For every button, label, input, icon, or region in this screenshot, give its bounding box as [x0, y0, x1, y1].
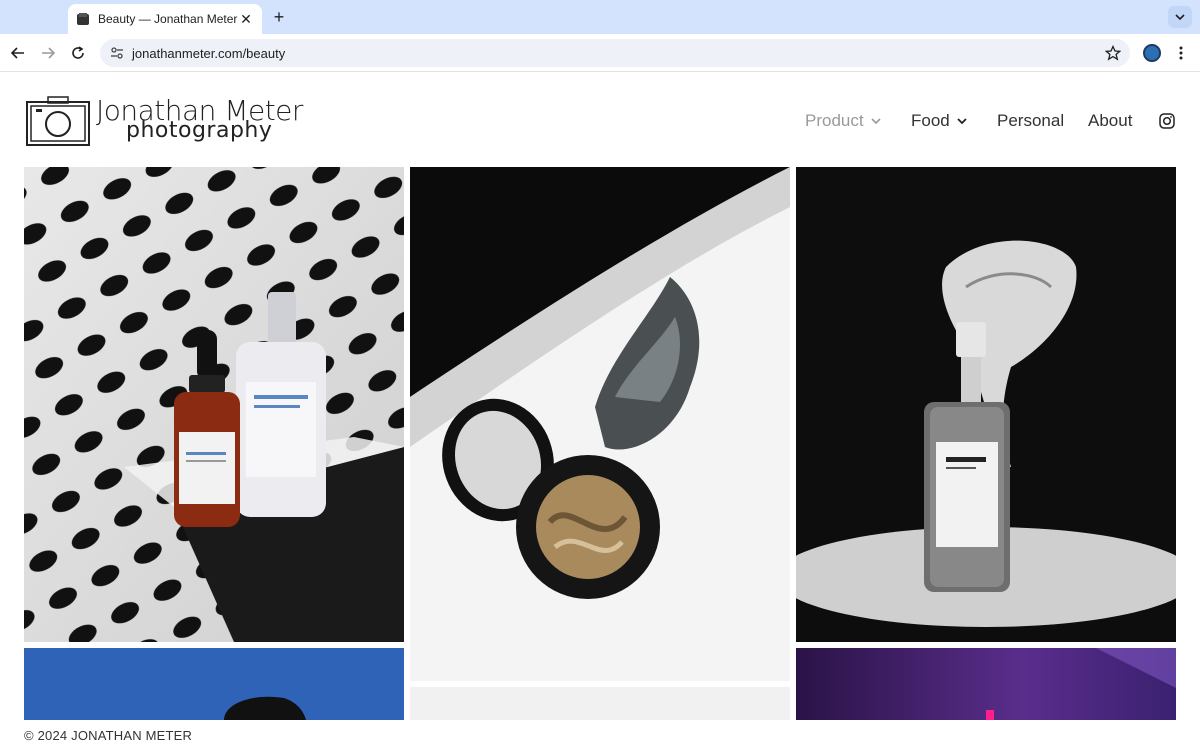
nav-about-label: About — [1088, 111, 1133, 130]
copyright-text: © 2024 JONATHAN METER — [24, 728, 193, 743]
eyeshadow-compact-photo[interactable] — [410, 167, 790, 681]
browser-toolbar: jonathanmeter.com/beauty — [0, 34, 1200, 72]
logo-subtitle: photography — [126, 118, 273, 143]
tab-search-button[interactable] — [1168, 6, 1192, 28]
reload-icon — [72, 46, 84, 59]
back-button[interactable] — [6, 41, 30, 65]
camera-logo-icon — [26, 96, 90, 146]
chevron-down-icon — [956, 115, 968, 127]
site-logo[interactable]: Jonathan Meter photography — [26, 94, 316, 148]
nav-item-about[interactable]: About — [1088, 110, 1132, 132]
reload-button[interactable] — [66, 41, 90, 65]
nav-product-label: Product — [805, 111, 864, 130]
nav-personal-label: Personal — [997, 111, 1065, 130]
arrow-right-icon — [42, 47, 56, 59]
chevron-down-icon — [870, 115, 882, 127]
instagram-icon — [1159, 113, 1175, 129]
serum-bottles-photo[interactable] — [24, 167, 404, 642]
url-text: jonathanmeter.com/beauty — [132, 45, 286, 61]
site-info-icon[interactable] — [110, 46, 124, 60]
bookmark-star-icon[interactable] — [1104, 44, 1122, 62]
browser-tab[interactable]: Beauty — Jonathan Meter Pho ✕ — [68, 4, 262, 34]
browser-menu-icon[interactable] — [1172, 44, 1190, 62]
forward-button[interactable] — [36, 41, 60, 65]
new-tab-button[interactable]: + — [268, 6, 290, 28]
nav-food-label: Food — [911, 111, 950, 130]
blue-backdrop-photo[interactable] — [24, 648, 404, 720]
browser-tab-bar: Beauty — Jonathan Meter Pho ✕ + — [0, 0, 1200, 34]
profile-avatar[interactable] — [1143, 44, 1161, 62]
purple-backdrop-photo[interactable] — [796, 648, 1176, 720]
grey-backdrop-photo[interactable] — [410, 687, 790, 720]
nav-item-product[interactable]: Product — [805, 110, 882, 132]
instagram-link[interactable] — [1159, 110, 1175, 132]
arrow-left-icon — [10, 47, 24, 59]
nav-item-food[interactable]: Food — [911, 110, 968, 132]
tab-title: Beauty — Jonathan Meter Pho — [98, 12, 238, 26]
nav-item-personal[interactable]: Personal — [997, 110, 1064, 132]
address-bar[interactable]: jonathanmeter.com/beauty — [100, 39, 1130, 67]
mist-bottle-flower-photo[interactable] — [796, 167, 1176, 642]
chevron-down-icon — [1175, 14, 1185, 21]
site-favicon-icon — [76, 12, 90, 26]
close-tab-icon[interactable]: ✕ — [238, 11, 254, 27]
